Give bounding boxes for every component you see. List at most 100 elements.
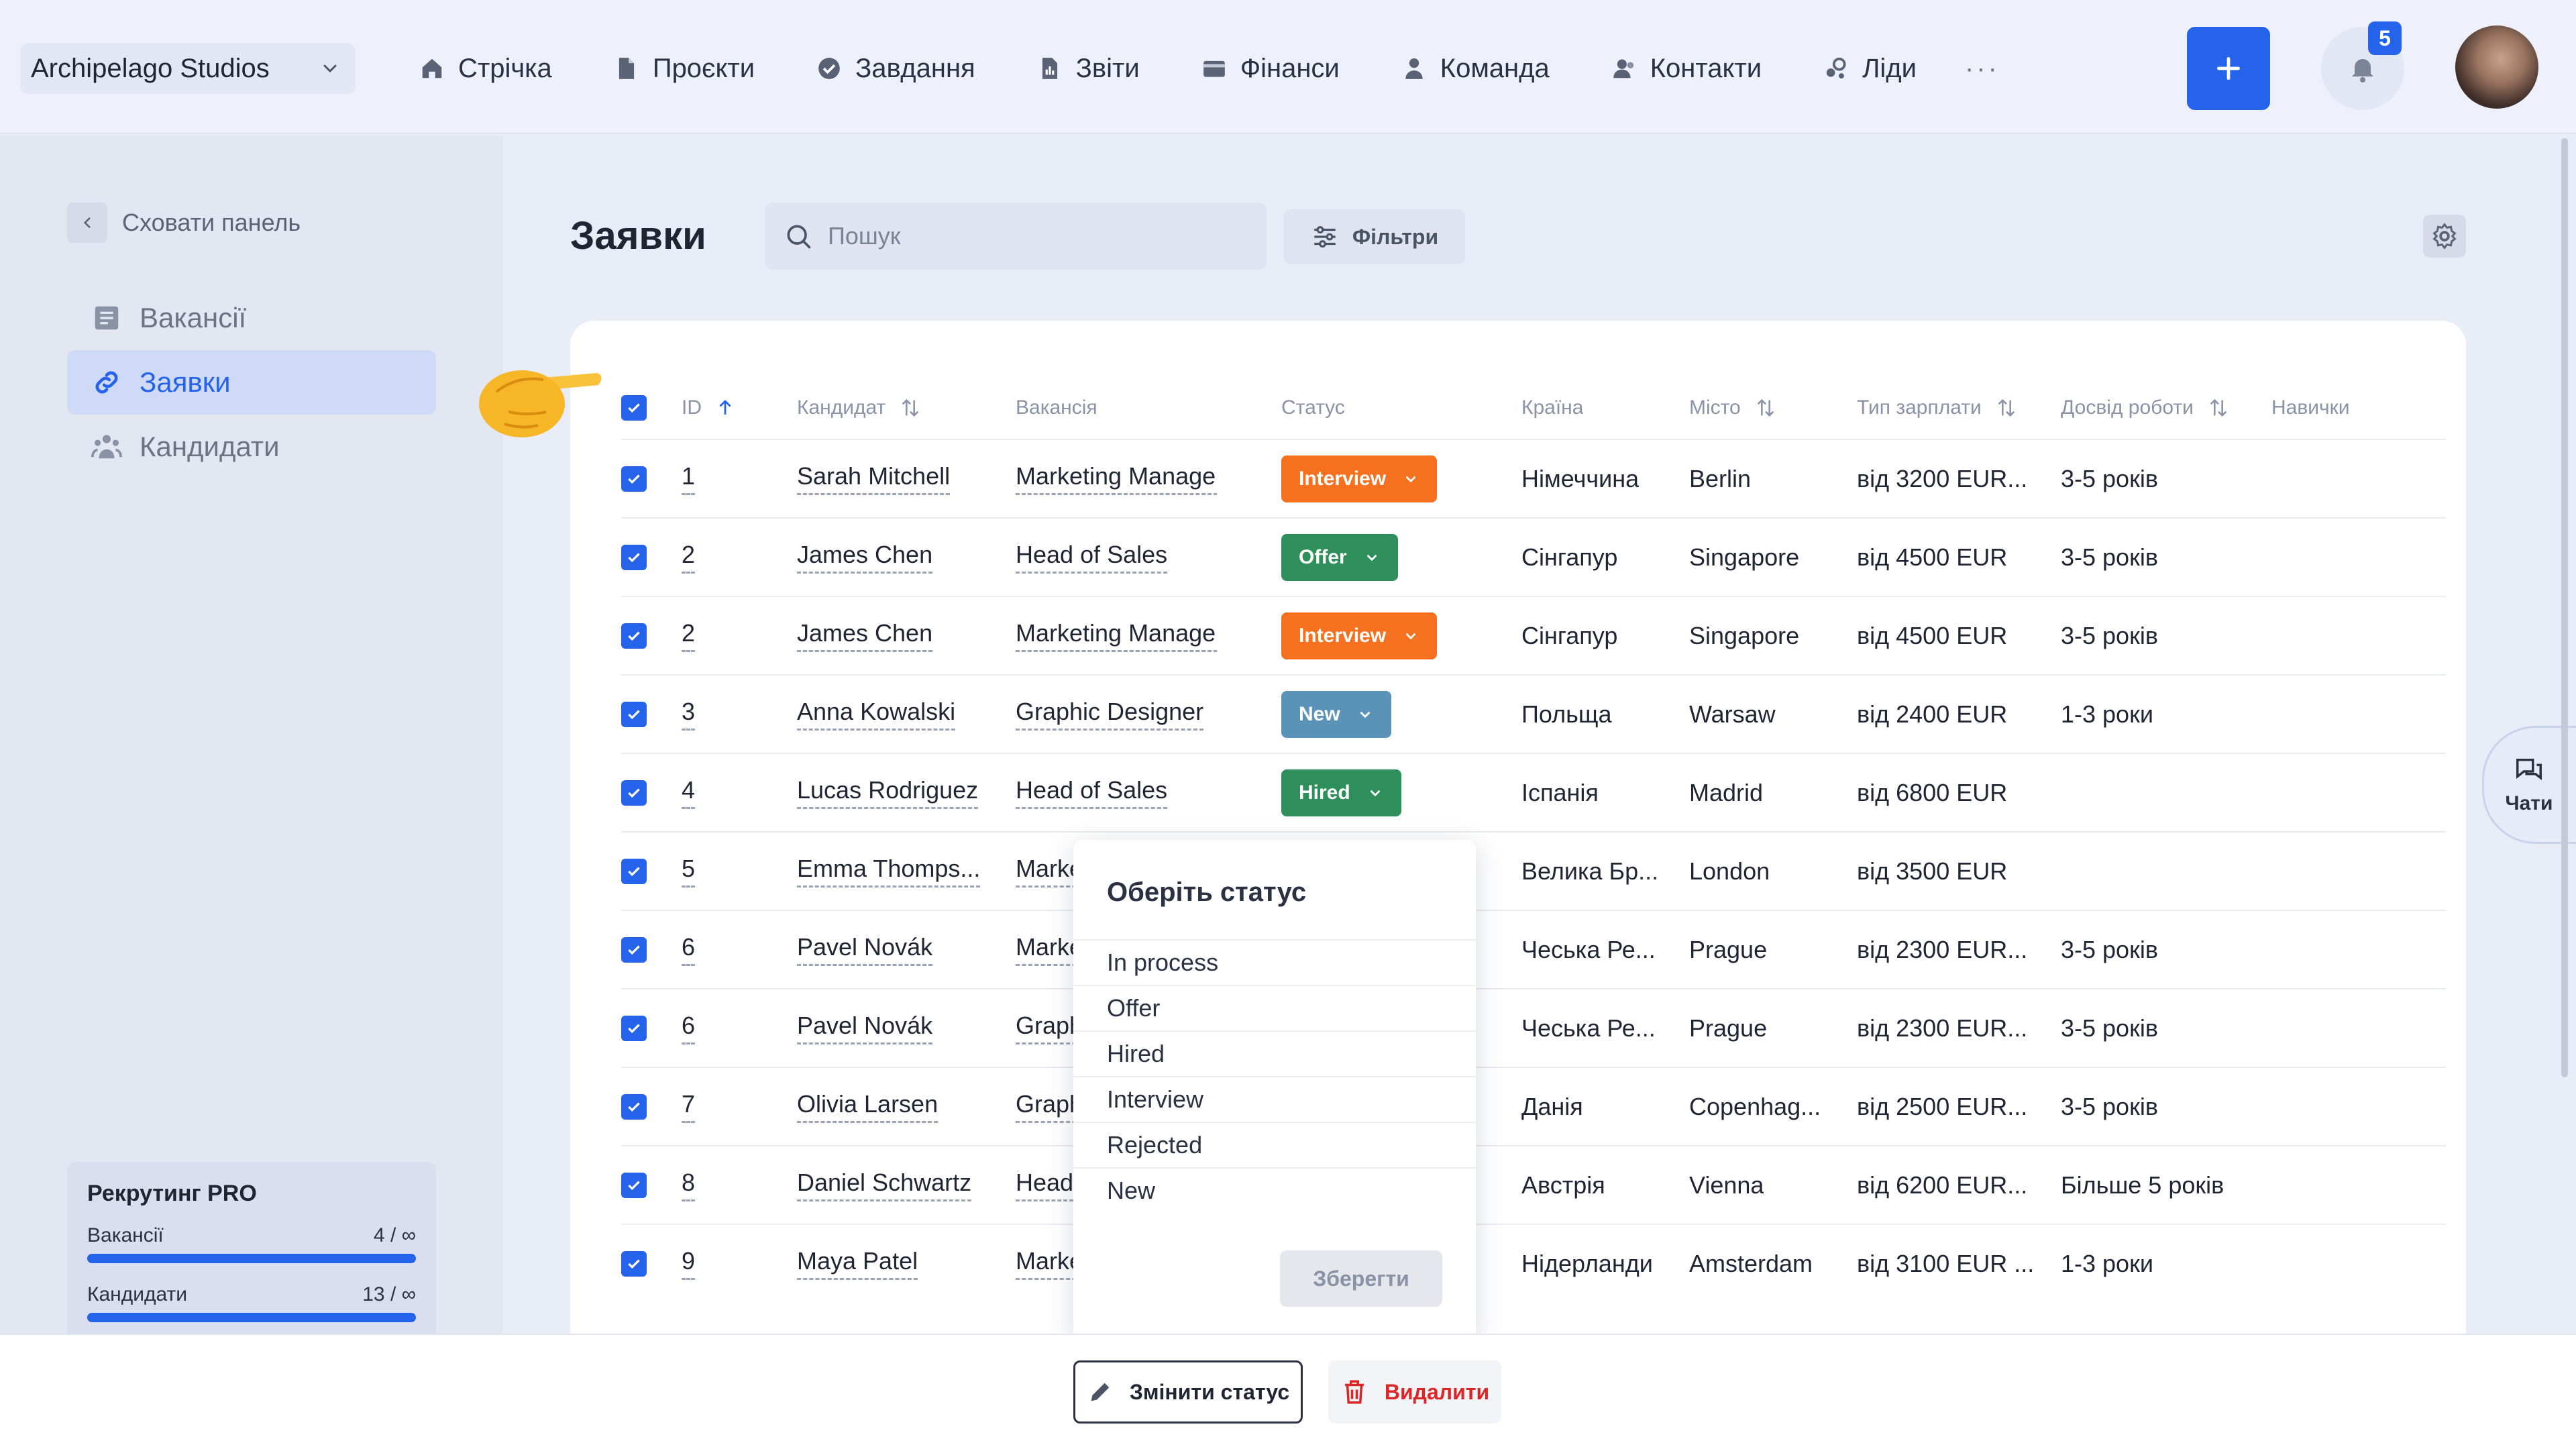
row-id-link[interactable]: 1 bbox=[682, 462, 696, 495]
hide-panel-button[interactable]: Сховати панель bbox=[67, 203, 301, 243]
country-value: Австрія bbox=[1521, 1171, 1605, 1199]
chevron-down-icon bbox=[1402, 470, 1419, 488]
status-badge-dropdown[interactable]: Hired bbox=[1281, 769, 1401, 816]
table-row[interactable]: 3 Anna Kowalski Graphic Designer New Польща W… bbox=[621, 674, 2446, 753]
row-id-link[interactable]: 8 bbox=[682, 1169, 696, 1201]
plan-row-label: Вакансії bbox=[87, 1224, 164, 1246]
status-badge-dropdown[interactable]: Interview bbox=[1281, 612, 1438, 659]
nav-item-leads[interactable]: Ліди bbox=[1823, 40, 1917, 97]
column-header-id[interactable]: ID bbox=[682, 396, 735, 419]
column-header-city[interactable]: Місто bbox=[1689, 396, 1777, 419]
save-status-button[interactable]: Зберегти bbox=[1280, 1250, 1442, 1307]
status-option-in-process[interactable]: In process bbox=[1073, 939, 1476, 985]
row-checkbox[interactable] bbox=[621, 1015, 647, 1041]
row-checkbox[interactable] bbox=[621, 544, 647, 570]
vacancy-link[interactable]: Graphic Designer bbox=[1016, 698, 1204, 731]
row-checkbox-cell bbox=[621, 1093, 647, 1120]
row-id-link[interactable]: 2 bbox=[682, 541, 696, 574]
add-button[interactable] bbox=[2187, 27, 2270, 110]
row-id-link[interactable]: 2 bbox=[682, 619, 696, 652]
row-checkbox[interactable] bbox=[621, 936, 647, 963]
table-row[interactable]: 2 James Chen Marketing Manager Interview Сін… bbox=[621, 596, 2446, 674]
nav-item-finance[interactable]: Фінанси bbox=[1201, 40, 1340, 97]
candidate-link[interactable]: James Chen bbox=[797, 619, 933, 652]
sidebar-item-candidates[interactable]: Кандидати bbox=[67, 415, 436, 479]
row-id-link[interactable]: 3 bbox=[682, 698, 696, 731]
candidate-link[interactable]: Sarah Mitchell bbox=[797, 462, 951, 495]
row-id-link[interactable]: 6 bbox=[682, 1012, 696, 1044]
status-option-offer[interactable]: Offer bbox=[1073, 985, 1476, 1030]
table-row[interactable]: 4 Lucas Rodriguez Head of Sales Hired Іспані… bbox=[621, 753, 2446, 831]
nav-item-projects[interactable]: Проєкти bbox=[614, 40, 755, 97]
status-option-hired[interactable]: Hired bbox=[1073, 1030, 1476, 1076]
candidate-link[interactable]: Pavel Novák bbox=[797, 933, 933, 966]
column-header-salary[interactable]: Тип зарплати bbox=[1857, 396, 2018, 419]
vacancy-link[interactable]: Marketing Manager bbox=[1016, 462, 1217, 495]
candidate-link[interactable]: Daniel Schwartz bbox=[797, 1169, 972, 1201]
filters-button[interactable]: Фільтри bbox=[1284, 209, 1465, 264]
candidate-link[interactable]: Emma Thomps... bbox=[797, 855, 981, 888]
table-row[interactable]: 1 Sarah Mitchell Marketing Manager Intervie… bbox=[621, 439, 2446, 517]
search-box[interactable] bbox=[765, 203, 1267, 270]
table-settings-button[interactable] bbox=[2423, 215, 2466, 258]
status-option-new[interactable]: New bbox=[1073, 1167, 1476, 1213]
home-icon bbox=[419, 56, 445, 81]
table-row[interactable]: 6 Pavel Novák Marke Чеська Ре... Prague від 2… bbox=[621, 910, 2446, 988]
candidate-link[interactable]: James Chen bbox=[797, 541, 933, 574]
vacancy-link[interactable]: Head of Sales bbox=[1016, 776, 1168, 809]
status-badge-dropdown[interactable]: Offer bbox=[1281, 533, 1398, 581]
row-checkbox[interactable] bbox=[621, 623, 647, 649]
status-option-rejected[interactable]: Rejected bbox=[1073, 1122, 1476, 1167]
nav-item-feed[interactable]: Стрічка bbox=[419, 40, 552, 97]
sidebar-item-vacancies[interactable]: Вакансії bbox=[67, 286, 436, 350]
delete-button[interactable]: Видалити bbox=[1328, 1360, 1501, 1424]
vacancy-link[interactable]: Head of Sales bbox=[1016, 541, 1168, 574]
nav-item-reports[interactable]: Звіти bbox=[1037, 40, 1140, 97]
row-id-link[interactable]: 6 bbox=[682, 933, 696, 966]
row-checkbox[interactable] bbox=[621, 858, 647, 884]
nav-item-team[interactable]: Команда bbox=[1401, 40, 1550, 97]
row-id-link[interactable]: 9 bbox=[682, 1247, 696, 1280]
status-option-interview[interactable]: Interview bbox=[1073, 1076, 1476, 1122]
vacancy-link[interactable]: Head bbox=[1016, 1169, 1074, 1201]
select-all-checkbox[interactable] bbox=[621, 395, 647, 421]
check-icon bbox=[628, 1023, 640, 1033]
table-row[interactable]: 7 Olivia Larsen Graph Данія Copenhag... від 2… bbox=[621, 1067, 2446, 1145]
row-checkbox[interactable] bbox=[621, 701, 647, 727]
table-row[interactable]: 5 Emma Thomps... Marke Велика Бр... London ві… bbox=[621, 831, 2446, 910]
row-checkbox[interactable] bbox=[621, 466, 647, 492]
salary-value: від 2300 EUR... bbox=[1857, 935, 2028, 963]
table-row[interactable]: 8 Daniel Schwartz Head Австрія Vienna від 620… bbox=[621, 1145, 2446, 1224]
candidate-link[interactable]: Maya Patel bbox=[797, 1247, 918, 1280]
avatar[interactable] bbox=[2455, 25, 2538, 109]
row-checkbox[interactable] bbox=[621, 780, 647, 806]
candidate-link[interactable]: Anna Kowalski bbox=[797, 698, 956, 731]
row-checkbox[interactable] bbox=[621, 1250, 647, 1277]
row-checkbox[interactable] bbox=[621, 1172, 647, 1198]
status-badge-dropdown[interactable]: Interview bbox=[1281, 455, 1438, 502]
experience-value: 3-5 років bbox=[2061, 464, 2158, 492]
nav-item-contacts[interactable]: Контакти bbox=[1611, 40, 1762, 97]
candidate-link[interactable]: Lucas Rodriguez bbox=[797, 776, 979, 809]
cell-experience: 3-5 років bbox=[2061, 1014, 2158, 1042]
status-badge-dropdown[interactable]: New bbox=[1281, 690, 1391, 738]
row-id-link[interactable]: 7 bbox=[682, 1090, 696, 1123]
row-id-link[interactable]: 5 bbox=[682, 855, 696, 888]
workspace-selector[interactable]: Archipelago Studios bbox=[20, 43, 356, 94]
candidate-link[interactable]: Olivia Larsen bbox=[797, 1090, 938, 1123]
row-checkbox[interactable] bbox=[621, 1093, 647, 1120]
column-header-experience[interactable]: Досвід роботи bbox=[2061, 396, 2230, 419]
search-input[interactable] bbox=[828, 222, 1230, 250]
nav-item-tasks[interactable]: Завдання bbox=[816, 40, 975, 97]
page-scrollbar[interactable] bbox=[2561, 138, 2568, 1077]
more-menu-button[interactable]: ··· bbox=[1965, 54, 2000, 84]
candidate-link[interactable]: Pavel Novák bbox=[797, 1012, 933, 1044]
change-status-button[interactable]: Змінити статус bbox=[1073, 1360, 1303, 1424]
vacancy-link[interactable]: Marketing Manager bbox=[1016, 619, 1217, 652]
column-header-candidate[interactable]: Кандидат bbox=[797, 396, 922, 419]
table-row[interactable]: 2 James Chen Head of Sales Offer Сінгапур Sin… bbox=[621, 517, 2446, 596]
table-row[interactable]: 6 Pavel Novák Graph Чеська Ре... Prague від 2… bbox=[621, 988, 2446, 1067]
row-id-link[interactable]: 4 bbox=[682, 776, 696, 809]
table-row[interactable]: 9 Maya Patel Marke Нідерланди Amsterdam від 3… bbox=[621, 1224, 2446, 1302]
sidebar-item-applications[interactable]: Заявки bbox=[67, 350, 436, 415]
